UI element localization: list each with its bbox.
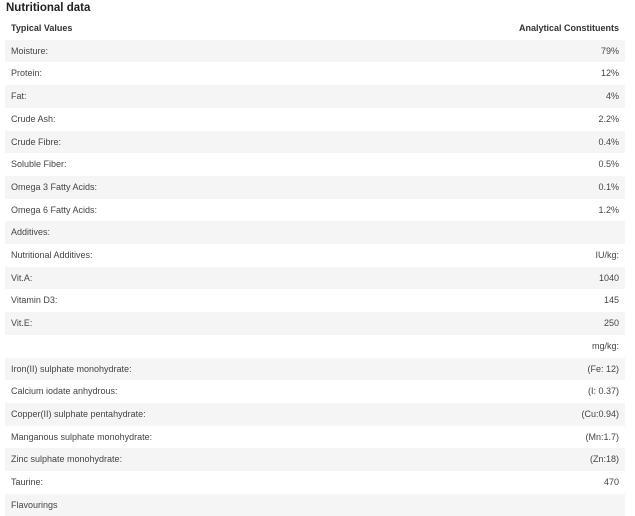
table-row: Zinc sulphate monohydrate: (Zn:18) <box>5 448 625 472</box>
row-value: 145 <box>315 289 625 313</box>
table-row: Flavourings <box>5 493 625 516</box>
row-value <box>315 493 625 516</box>
section-title: Nutritional data <box>6 2 91 14</box>
row-value: 79% <box>315 39 625 63</box>
row-value: (I: 0.37) <box>315 380 625 403</box>
row-label: Vitamin D3: <box>5 289 315 313</box>
row-value: (Zn:18) <box>315 448 625 472</box>
row-value: IU/kg: <box>315 244 625 267</box>
table-row: Iron(II) sulphate monohydrate: (Fe: 12) <box>5 357 625 381</box>
row-label: Nutritional Additives: <box>5 244 315 267</box>
header-analytical-constituents: Analytical Constituents <box>315 17 625 40</box>
row-label: Flavourings <box>5 493 315 516</box>
table-row: Vit.E: 250 <box>5 312 625 335</box>
row-value: 0.5% <box>315 153 625 176</box>
table-row: Omega 6 Fatty Acids: 1.2% <box>5 198 625 222</box>
row-label: Protein: <box>5 62 315 86</box>
row-label: Soluble Fiber: <box>5 153 315 176</box>
table-row: mg/kg: <box>5 334 625 358</box>
row-label: Vit.E: <box>5 312 315 335</box>
row-value: 470 <box>315 471 625 494</box>
row-value: 0.1% <box>315 175 625 199</box>
row-label: Additives: <box>5 221 315 245</box>
row-label: Iron(II) sulphate monohydrate: <box>5 357 315 381</box>
table-row: Vit.A: 1040 <box>5 266 625 290</box>
row-label: Copper(II) sulphate pentahydrate: <box>5 402 315 426</box>
row-value: (Fe: 12) <box>315 357 625 381</box>
row-label: Omega 6 Fatty Acids: <box>5 198 315 222</box>
table-row: Taurine: 470 <box>5 471 625 494</box>
row-value: 4% <box>315 85 625 108</box>
row-label: Omega 3 Fatty Acids: <box>5 175 315 199</box>
row-value: 1040 <box>315 266 625 290</box>
table-row: Moisture: 79% <box>5 39 625 63</box>
row-label: Zinc sulphate monohydrate: <box>5 448 315 472</box>
nutrition-panel: Nutritional data Typical Values Analytic… <box>0 0 635 516</box>
row-label: Crude Ash: <box>5 107 315 131</box>
row-label: Crude Fibre: <box>5 130 315 154</box>
table-body: Moisture: 79% Protein: 12% Fat: 4% Crude Ash: 2… <box>5 39 625 516</box>
row-label: Calcium iodate anhydrous: <box>5 380 315 403</box>
table-row: Copper(II) sulphate pentahydrate: (Cu:0.9… <box>5 402 625 426</box>
row-label: Fat: <box>5 85 315 108</box>
table-row: Fat: 4% <box>5 85 625 108</box>
row-value: 0.4% <box>315 130 625 154</box>
table-row: Crude Ash: 2.2% <box>5 107 625 131</box>
row-label <box>5 334 315 358</box>
row-label: Taurine: <box>5 471 315 494</box>
row-label: Vit.A: <box>5 266 315 290</box>
table-row: Calcium iodate anhydrous: (I: 0.37) <box>5 380 625 403</box>
row-value: mg/kg: <box>315 334 625 358</box>
row-value: 2.2% <box>315 107 625 131</box>
table-header-row: Typical Values Analytical Constituents <box>5 17 625 40</box>
table-row: Manganous sulphate monohydrate: (Mn:1.7) <box>5 425 625 449</box>
header-typical-values: Typical Values <box>5 17 315 40</box>
table-row: Omega 3 Fatty Acids: 0.1% <box>5 175 625 199</box>
row-value <box>315 221 625 245</box>
row-label: Manganous sulphate monohydrate: <box>5 425 315 449</box>
table-row: Soluble Fiber: 0.5% <box>5 153 625 176</box>
table-row: Additives: <box>5 221 625 245</box>
row-value: (Cu:0.94) <box>315 402 625 426</box>
table-row: Crude Fibre: 0.4% <box>5 130 625 154</box>
row-value: 1.2% <box>315 198 625 222</box>
row-value: 12% <box>315 62 625 86</box>
table-row: Protein: 12% <box>5 62 625 86</box>
table-row: Nutritional Additives: IU/kg: <box>5 244 625 267</box>
table-row: Vitamin D3: 145 <box>5 289 625 313</box>
row-value: (Mn:1.7) <box>315 425 625 449</box>
nutrition-table: Typical Values Analytical Constituents M… <box>5 17 625 516</box>
row-value: 250 <box>315 312 625 335</box>
row-label: Moisture: <box>5 39 315 63</box>
